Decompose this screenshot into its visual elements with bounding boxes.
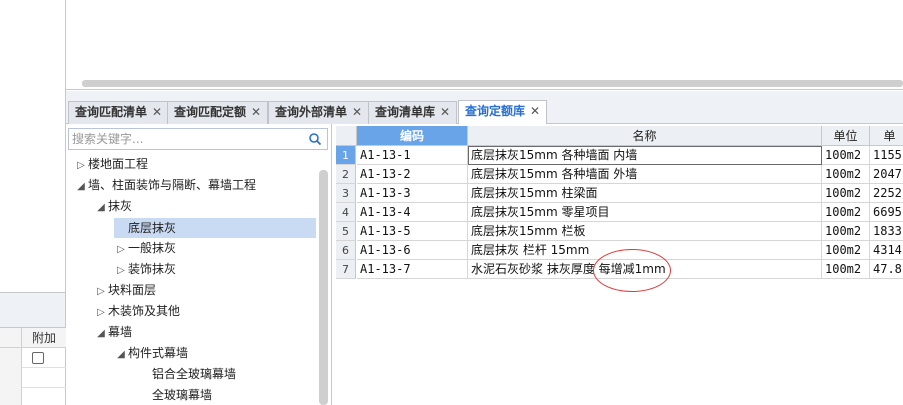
tree-node-block-surface[interactable]: ▷ 块料面层	[94, 280, 156, 300]
tab-query-external-bill[interactable]: 查询外部清单 ✕	[268, 101, 370, 124]
attach-checkbox[interactable]	[32, 352, 44, 364]
tree-node-component-curtain-wall[interactable]: ◢ 构件式幕墙	[114, 343, 188, 363]
cell-price[interactable]: 2047.6	[870, 165, 903, 184]
tree-node-base-plastering[interactable]: 底层抹灰	[114, 218, 316, 238]
left-panel-divider	[0, 292, 66, 328]
tree-node-full-glass-curtain-wall[interactable]: 全玻璃幕墙	[138, 385, 212, 405]
row-number[interactable]: 3	[336, 184, 356, 203]
cell-code[interactable]: A1-13-4	[357, 203, 468, 222]
left-grid-row	[0, 348, 66, 368]
row-number[interactable]: 1	[336, 146, 356, 165]
close-icon[interactable]: ✕	[440, 105, 450, 119]
expand-icon[interactable]: ▷	[94, 303, 108, 323]
collapse-icon[interactable]: ◢	[94, 198, 108, 218]
cell-price[interactable]: 1155.6	[870, 146, 903, 165]
splitter[interactable]	[66, 91, 903, 99]
cell-code[interactable]: A1-13-2	[357, 165, 468, 184]
search-box	[68, 128, 328, 150]
column-header-code[interactable]: 编码	[357, 126, 468, 146]
cell-name[interactable]: 底层抹灰15mm 各种墙面 外墙	[468, 165, 822, 184]
cell-price[interactable]: 47.8	[870, 260, 903, 279]
left-grid-row	[0, 388, 66, 405]
cell-price[interactable]: 6695.1	[870, 203, 903, 222]
search-icon[interactable]	[308, 132, 322, 146]
table-corner	[336, 126, 357, 146]
cell-price[interactable]: 4314.9	[870, 241, 903, 260]
tree-node-wood-decoration[interactable]: ▷ 木装饰及其他	[94, 301, 180, 321]
tab-query-matched-quota[interactable]: 查询匹配定额 ✕	[167, 101, 269, 124]
left-upper-panel	[0, 0, 66, 292]
column-header-name[interactable]: 名称	[468, 126, 822, 146]
column-header-price[interactable]: 单	[870, 126, 903, 146]
close-icon[interactable]: ✕	[530, 104, 540, 118]
cell-name[interactable]: 底层抹灰15mm 柱梁面	[468, 184, 822, 203]
cell-unit[interactable]: 100m2	[822, 241, 870, 260]
cell-unit[interactable]: 100m2	[822, 146, 870, 165]
tree-vertical-scrollbar[interactable]	[319, 170, 328, 405]
cell-unit[interactable]: 100m2	[822, 260, 870, 279]
cell-price[interactable]: 1833.3	[870, 222, 903, 241]
close-icon[interactable]: ✕	[251, 105, 261, 119]
cell-name[interactable]: 底层抹灰15mm 栏板	[468, 222, 822, 241]
tree-node-decorative-plastering[interactable]: ▷ 装饰抹灰	[114, 259, 176, 279]
row-number[interactable]: 4	[336, 203, 356, 222]
quota-table: 编码 名称 单位 单 1 A1-13-1 底层抹灰15mm 各种墙面 内墙 10…	[336, 124, 903, 405]
app-window: 附加 查询匹配清单 ✕ 查询匹配定额 ✕ 查询外部清单 ✕ 查询清单库 ✕ 查询…	[0, 0, 903, 405]
cell-code[interactable]: A1-13-5	[357, 222, 468, 241]
cell-unit[interactable]: 100m2	[822, 203, 870, 222]
cell-unit[interactable]: 100m2	[822, 184, 870, 203]
collapse-icon[interactable]: ◢	[74, 177, 88, 197]
row-number[interactable]: 6	[336, 241, 356, 260]
cell-name[interactable]: 底层抹灰15mm 零星项目	[468, 203, 822, 222]
tree-node-general-plastering[interactable]: ▷ 一般抹灰	[114, 238, 176, 258]
cell-price[interactable]: 2252.9	[870, 184, 903, 203]
cell-code[interactable]: A1-13-6	[357, 241, 468, 260]
left-lower-grid: 附加	[0, 328, 66, 405]
upper-content-area	[66, 0, 903, 90]
cell-unit[interactable]: 100m2	[822, 222, 870, 241]
query-tab-bar: 查询匹配清单 ✕ 查询匹配定额 ✕ 查询外部清单 ✕ 查询清单库 ✕ 查询定额库 ✕	[66, 99, 903, 124]
row-number[interactable]: 5	[336, 222, 356, 241]
horizontal-scrollbar[interactable]	[82, 80, 903, 87]
search-input[interactable]	[72, 130, 302, 148]
row-number[interactable]: 2	[336, 165, 356, 184]
expand-icon[interactable]: ▷	[114, 240, 128, 260]
left-grid-row	[0, 368, 66, 388]
expand-icon[interactable]: ▷	[94, 282, 108, 302]
column-header-unit[interactable]: 单位	[822, 126, 870, 146]
tab-query-matched-bill[interactable]: 查询匹配清单 ✕	[68, 101, 170, 124]
left-grid-header: 附加	[0, 328, 66, 348]
quota-tree-panel: ▷楼地面工程 ◢墙、柱面装饰与隔断、幕墙工程 ◢抹灰 底层抹灰 ▷一般抹灰 ▷装…	[66, 124, 332, 405]
cell-code[interactable]: A1-13-3	[357, 184, 468, 203]
tab-query-quota-library[interactable]: 查询定额库 ✕	[458, 100, 548, 124]
cell-unit[interactable]: 100m2	[822, 165, 870, 184]
tree-node-wall-column-works[interactable]: ◢ 墙、柱面装饰与隔断、幕墙工程	[74, 175, 256, 195]
red-annotation-circle	[593, 249, 671, 292]
tree-node-plastering[interactable]: ◢ 抹灰	[94, 196, 132, 216]
attach-column-header: 附加	[31, 331, 56, 345]
expand-icon[interactable]: ▷	[114, 261, 128, 281]
tab-query-bill-library[interactable]: 查询清单库 ✕	[368, 101, 458, 124]
expand-icon[interactable]: ▷	[74, 156, 88, 176]
row-number[interactable]: 7	[336, 260, 356, 279]
cell-name[interactable]: 底层抹灰15mm 各种墙面 内墙	[468, 146, 822, 165]
close-icon[interactable]: ✕	[352, 105, 362, 119]
tree-node-floor-works[interactable]: ▷ 楼地面工程	[74, 154, 148, 174]
collapse-icon[interactable]: ◢	[114, 345, 128, 365]
cell-code[interactable]: A1-13-7	[357, 260, 468, 279]
cell-code[interactable]: A1-13-1	[357, 146, 468, 165]
tree-node-curtain-wall[interactable]: ◢ 幕墙	[94, 322, 132, 342]
tree-node-aluminum-glass-curtain-wall[interactable]: 铝合全玻璃幕墙	[138, 364, 236, 384]
collapse-icon[interactable]: ◢	[94, 324, 108, 344]
close-icon[interactable]: ✕	[152, 105, 162, 119]
